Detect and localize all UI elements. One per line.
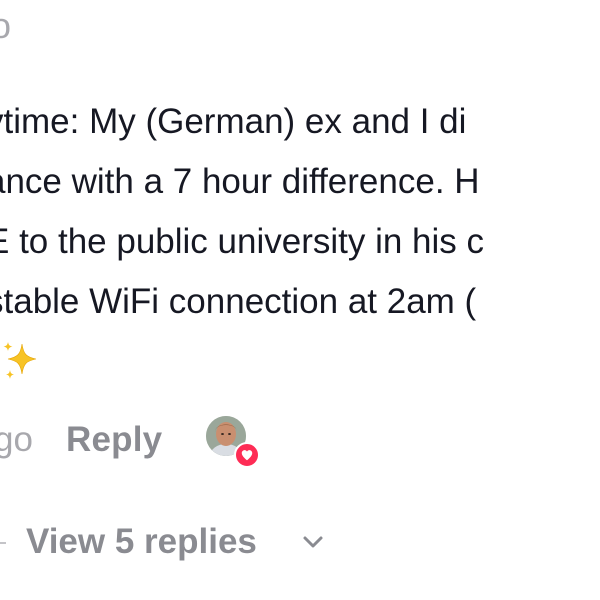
chevron-down-icon bbox=[303, 536, 323, 548]
comment-timestamp: go bbox=[0, 420, 33, 459]
comment-line: ytime: My (German) ex and I di bbox=[0, 102, 467, 141]
view-replies-button[interactable]: View 5 replies bbox=[0, 512, 600, 572]
comment-meta-row: go Reply bbox=[0, 412, 600, 472]
comment-line: stable WiFi connection at 2am ( bbox=[0, 282, 477, 321]
replies-divider bbox=[0, 542, 6, 544]
reply-button[interactable]: Reply bbox=[66, 416, 162, 464]
comment-line: ance with a 7 hour difference. H bbox=[0, 162, 480, 201]
sparkles-icon bbox=[3, 342, 37, 379]
truncated-header-text: o bbox=[0, 5, 12, 46]
view-replies-label: View 5 replies bbox=[26, 522, 257, 561]
comment-line: E to the public university in his c bbox=[0, 222, 485, 261]
heart-icon bbox=[234, 442, 260, 468]
comment-text: ytime: My (German) ex and I di ance with… bbox=[0, 92, 600, 332]
comment-thread: o ytime: My (German) ex and I di ance wi… bbox=[0, 0, 600, 600]
